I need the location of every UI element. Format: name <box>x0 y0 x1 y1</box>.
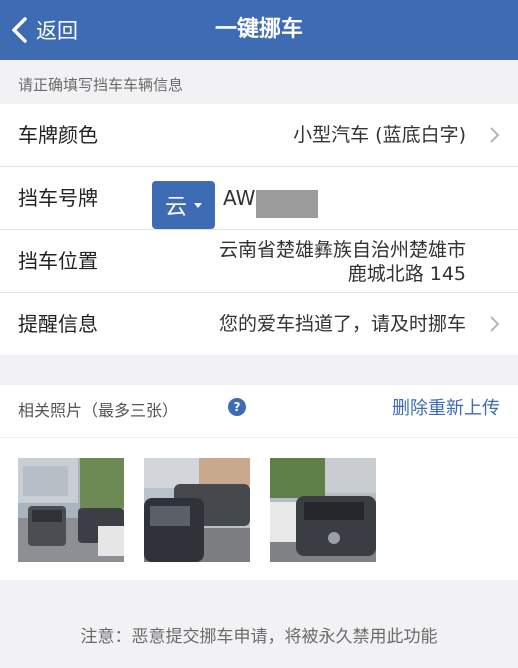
plate-color-row[interactable]: 车牌颜色 小型汽车 (蓝底白字) <box>0 104 518 167</box>
back-button[interactable]: 返回 <box>10 0 78 60</box>
nav-bar: 返回 一键挪车 <box>0 0 518 60</box>
photo-thumbnail-1[interactable] <box>18 458 124 562</box>
location-label: 挡车位置 <box>18 249 98 273</box>
plate-number-label: 挡车号牌 <box>18 186 98 210</box>
form-hint: 请正确填写挡车车辆信息 <box>18 76 184 94</box>
caret-down-icon <box>194 202 202 208</box>
reminder-label: 提醒信息 <box>18 312 98 336</box>
photo-thumbnail-3[interactable] <box>270 458 376 562</box>
location-value: 云南省楚雄彝族自治州楚雄市 鹿城北路 145 <box>219 238 466 286</box>
chevron-right-icon <box>490 316 500 332</box>
chevron-right-icon <box>490 127 500 143</box>
car-photo-image <box>144 458 250 562</box>
reminder-row[interactable]: 提醒信息 您的爱车挡道了，请及时挪车 <box>0 293 518 355</box>
province-select[interactable]: 云 <box>152 181 215 229</box>
car-photo-image <box>270 458 376 562</box>
location-row[interactable]: 挡车位置 云南省楚雄彝族自治州楚雄市 鹿城北路 145 <box>0 230 518 293</box>
location-line1: 云南省楚雄彝族自治州楚雄市 <box>218 239 466 261</box>
vehicle-info-form: 车牌颜色 小型汽车 (蓝底白字) 挡车号牌 AW 挡车位置 云南省楚雄彝族自治州… <box>0 104 518 355</box>
location-line2: 鹿城北路 145 <box>347 263 466 285</box>
help-icon[interactable]: ? <box>228 398 246 416</box>
photos-label: 相关照片（最多三张） <box>18 401 179 420</box>
plate-color-value: 小型汽车 (蓝底白字) <box>293 124 466 146</box>
plate-redaction <box>256 190 318 218</box>
plate-color-label: 车牌颜色 <box>18 123 98 147</box>
back-label: 返回 <box>36 19 78 43</box>
photos-header: 相关照片（最多三张） ? 删除重新上传 <box>0 385 518 438</box>
chevron-left-icon <box>12 17 27 43</box>
footer-note: 注意：恶意提交挪车申请，将被永久禁用此功能 <box>80 627 438 647</box>
photo-thumbnail-2[interactable] <box>144 458 250 562</box>
reupload-link[interactable]: 删除重新上传 <box>392 385 500 433</box>
car-photo-image <box>18 458 124 562</box>
reminder-value: 您的爱车挡道了，请及时挪车 <box>218 313 466 335</box>
province-value: 云 <box>164 195 187 220</box>
plate-number-input[interactable]: AW <box>223 167 255 229</box>
